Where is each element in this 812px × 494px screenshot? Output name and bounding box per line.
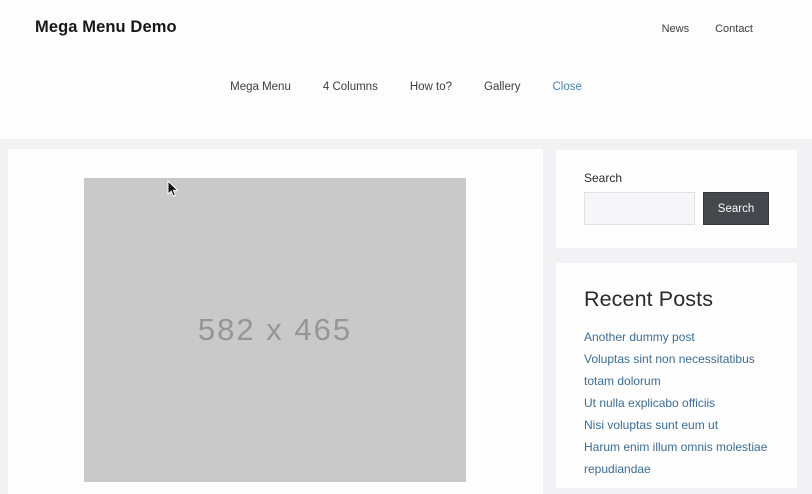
secondary-nav: News Contact xyxy=(662,23,753,35)
placeholder-image-label: 582 x 465 xyxy=(197,312,353,347)
post-link[interactable]: Ut nulla explicabo officiis xyxy=(584,396,715,410)
nav-item-4-columns[interactable]: 4 Columns xyxy=(323,81,378,93)
nav-item-news[interactable]: News xyxy=(662,23,690,35)
post-link[interactable]: Nisi voluptas sunt eum ut xyxy=(584,418,718,432)
search-input[interactable] xyxy=(584,192,695,225)
primary-nav: Mega Menu 4 Columns How to? Gallery Clos… xyxy=(0,81,812,93)
list-item: Harum enim illum omnis molestiae repudia… xyxy=(584,436,769,480)
nav-item-gallery[interactable]: Gallery xyxy=(484,81,520,93)
post-link[interactable]: Voluptas sint non necessitatibus totam d… xyxy=(584,352,755,388)
list-item: Ut nulla explicabo officiis xyxy=(584,392,769,414)
post-link[interactable]: Another dummy post xyxy=(584,330,695,344)
list-item: Voluptas sint non necessitatibus totam d… xyxy=(584,348,769,392)
search-widget-label: Search xyxy=(584,171,623,185)
page: Mega Menu Demo News Contact Mega Menu 4 … xyxy=(0,0,812,494)
site-title[interactable]: Mega Menu Demo xyxy=(35,18,177,37)
search-widget: Search Search xyxy=(556,150,797,248)
list-item: Another dummy post xyxy=(584,326,769,348)
recent-posts-list: Another dummy post Voluptas sint non nec… xyxy=(584,326,769,480)
recent-posts-title: Recent Posts xyxy=(584,287,714,311)
nav-item-mega-menu[interactable]: Mega Menu xyxy=(230,81,291,93)
placeholder-image: 582 x 465 xyxy=(84,178,466,482)
list-item: Nisi voluptas sunt eum ut xyxy=(584,414,769,436)
nav-item-how-to[interactable]: How to? xyxy=(410,81,452,93)
search-row: Search xyxy=(584,192,769,225)
nav-item-contact[interactable]: Contact xyxy=(715,23,753,35)
search-button[interactable]: Search xyxy=(703,192,769,225)
post-link[interactable]: Harum enim illum omnis molestiae repudia… xyxy=(584,440,767,476)
main-content-card: 582 x 465 xyxy=(8,149,543,494)
nav-item-close[interactable]: Close xyxy=(552,81,581,93)
site-header: Mega Menu Demo News Contact Mega Menu 4 … xyxy=(0,0,812,139)
recent-posts-widget: Recent Posts Another dummy post Voluptas… xyxy=(556,263,797,488)
